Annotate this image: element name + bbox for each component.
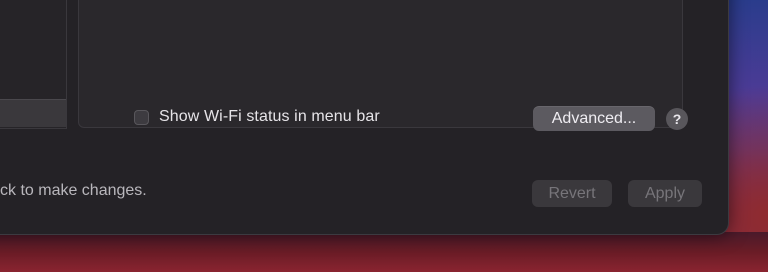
show-wifi-status-row[interactable]: Show Wi-Fi status in menu bar — [134, 106, 380, 128]
advanced-button[interactable]: Advanced... — [533, 106, 655, 131]
lock-message: ck to make changes. — [0, 182, 147, 199]
desktop-wallpaper — [0, 232, 768, 272]
apply-button[interactable]: Apply — [628, 180, 702, 207]
network-services-sidebar — [0, 0, 67, 129]
show-wifi-status-checkbox[interactable] — [134, 109, 149, 125]
revert-button[interactable]: Revert — [532, 180, 612, 207]
help-icon[interactable]: ? — [666, 108, 688, 130]
show-wifi-status-label: Show Wi-Fi status in menu bar — [159, 108, 380, 125]
sidebar-action-bar[interactable] — [0, 99, 66, 127]
